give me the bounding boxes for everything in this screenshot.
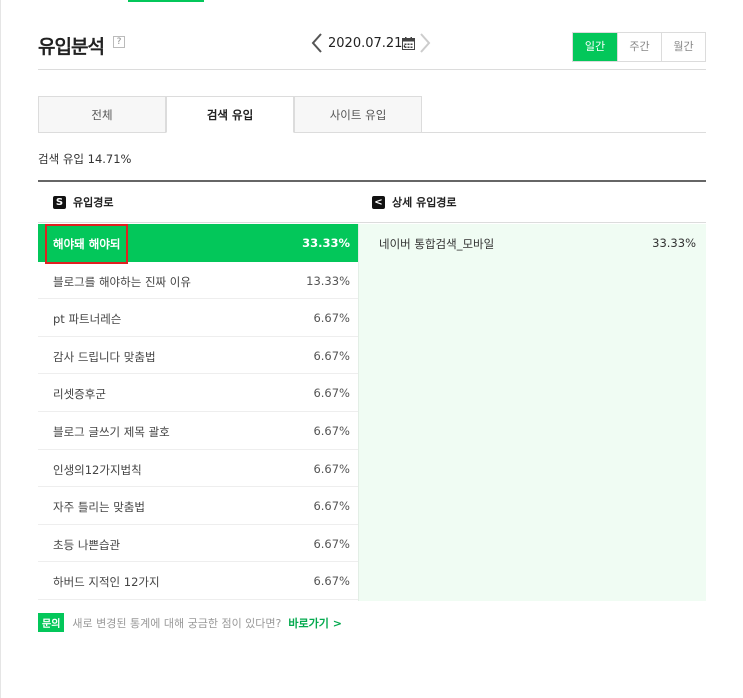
keyword-label: 인생의12가지법칙 bbox=[53, 462, 142, 477]
keyword-row[interactable]: 리셋증후군 6.67% bbox=[38, 374, 358, 412]
keyword-label: pt 파트너레슨 bbox=[53, 312, 122, 327]
current-date: 2020.07.21. bbox=[328, 36, 407, 51]
shortcut-link[interactable]: 바로가기 > bbox=[288, 615, 342, 631]
keyword-label: 초등 나쁜습관 bbox=[53, 537, 121, 552]
detail-row[interactable]: 네이버 통합검색_모바일 33.33% bbox=[359, 224, 706, 262]
page-header: 유입분석 ? 2020.07.21. 일간 주간 월간 bbox=[38, 28, 706, 70]
keyword-label: 자주 틀리는 맞춤법 bbox=[53, 500, 145, 515]
search-source-icon: S bbox=[53, 195, 66, 209]
inquiry-note: 문의 새로 변경된 통계에 대해 궁금한 점이 있다면? 바로가기 > bbox=[38, 613, 342, 632]
page-title: 유입분석 bbox=[38, 36, 105, 58]
inflow-table: S 유입경로 < 상세 유입경로 해야돼 해야되 33.33% 블로그를 해야하… bbox=[38, 180, 706, 601]
column-label-path: 유입경로 bbox=[73, 196, 114, 209]
keyword-row[interactable]: 초등 나쁜습관 6.67% bbox=[38, 525, 358, 563]
keyword-label: 블로그 글쓰기 제목 괄호 bbox=[53, 424, 170, 439]
period-tab-monthly[interactable]: 월간 bbox=[661, 33, 705, 61]
top-nav-indicator bbox=[128, 0, 204, 2]
keyword-label: 리셋증후군 bbox=[53, 387, 106, 402]
frame-border bbox=[0, 0, 1, 698]
keyword-percent: 6.67% bbox=[313, 386, 350, 401]
inquiry-text: 새로 변경된 통계에 대해 궁금한 점이 있다면? bbox=[72, 616, 282, 630]
keyword-percent: 33.33% bbox=[302, 236, 350, 250]
search-inflow-summary: 검색 유입 14.71% bbox=[38, 152, 132, 166]
header-divider bbox=[38, 222, 706, 223]
keyword-row[interactable]: 인생의12가지법칙 6.67% bbox=[38, 450, 358, 488]
keyword-percent: 6.67% bbox=[313, 574, 350, 589]
calendar-icon[interactable] bbox=[402, 37, 415, 50]
inquiry-badge: 문의 bbox=[38, 613, 65, 632]
keyword-percent: 6.67% bbox=[313, 423, 350, 438]
tab-search-inflow[interactable]: 검색 유입 bbox=[166, 96, 294, 133]
keyword-row[interactable]: 블로그 글쓰기 제목 괄호 6.67% bbox=[38, 412, 358, 450]
tab-all[interactable]: 전체 bbox=[38, 96, 166, 133]
tab-site-inflow[interactable]: 사이트 유입 bbox=[294, 96, 422, 133]
period-selector: 일간 주간 월간 bbox=[572, 32, 706, 62]
period-tab-weekly[interactable]: 주간 bbox=[617, 33, 661, 61]
keyword-percent: 6.67% bbox=[313, 348, 350, 363]
help-icon[interactable]: ? bbox=[113, 36, 125, 48]
keyword-label: 하버드 지적인 12가지 bbox=[53, 575, 160, 590]
keyword-percent: 6.67% bbox=[313, 536, 350, 551]
keyword-row[interactable]: 하버드 지적인 12가지 6.67% bbox=[38, 562, 358, 600]
keyword-row[interactable]: 자주 틀리는 맞춤법 6.67% bbox=[38, 487, 358, 525]
keyword-percent: 6.67% bbox=[313, 311, 350, 326]
inflow-tabs: 전체 검색 유입 사이트 유입 bbox=[38, 96, 706, 133]
keyword-percent: 13.33% bbox=[306, 273, 350, 288]
column-label-detail: 상세 유입경로 bbox=[392, 196, 457, 209]
keyword-label: 블로그를 해야하는 진짜 이유 bbox=[53, 274, 191, 289]
detail-panel: 네이버 통합검색_모바일 33.33% bbox=[358, 224, 706, 601]
detail-source-icon: < bbox=[372, 195, 385, 209]
keyword-row[interactable]: 감사 드립니다 맞춤법 6.67% bbox=[38, 337, 358, 375]
keyword-label: 해야돼 해야되 bbox=[53, 237, 121, 251]
keyword-row[interactable]: 블로그를 해야하는 진짜 이유 13.33% bbox=[38, 262, 358, 300]
period-tab-daily[interactable]: 일간 bbox=[573, 33, 617, 61]
keyword-percent: 6.67% bbox=[313, 499, 350, 514]
chevron-right-icon[interactable] bbox=[418, 32, 432, 54]
column-header-path: S 유입경로 bbox=[53, 194, 113, 210]
column-header-detail: < 상세 유입경로 bbox=[372, 194, 457, 210]
detail-label: 네이버 통합검색_모바일 bbox=[379, 237, 495, 251]
keyword-label: 감사 드립니다 맞춤법 bbox=[53, 349, 156, 364]
keyword-list: 해야돼 해야되 33.33% 블로그를 해야하는 진짜 이유 13.33% pt… bbox=[38, 224, 367, 600]
keyword-row[interactable]: 해야돼 해야되 33.33% bbox=[38, 224, 367, 264]
keyword-percent: 6.67% bbox=[313, 461, 350, 476]
detail-percent: 33.33% bbox=[652, 236, 696, 250]
chevron-left-icon[interactable] bbox=[310, 32, 324, 54]
keyword-row[interactable]: pt 파트너레슨 6.67% bbox=[38, 299, 358, 337]
